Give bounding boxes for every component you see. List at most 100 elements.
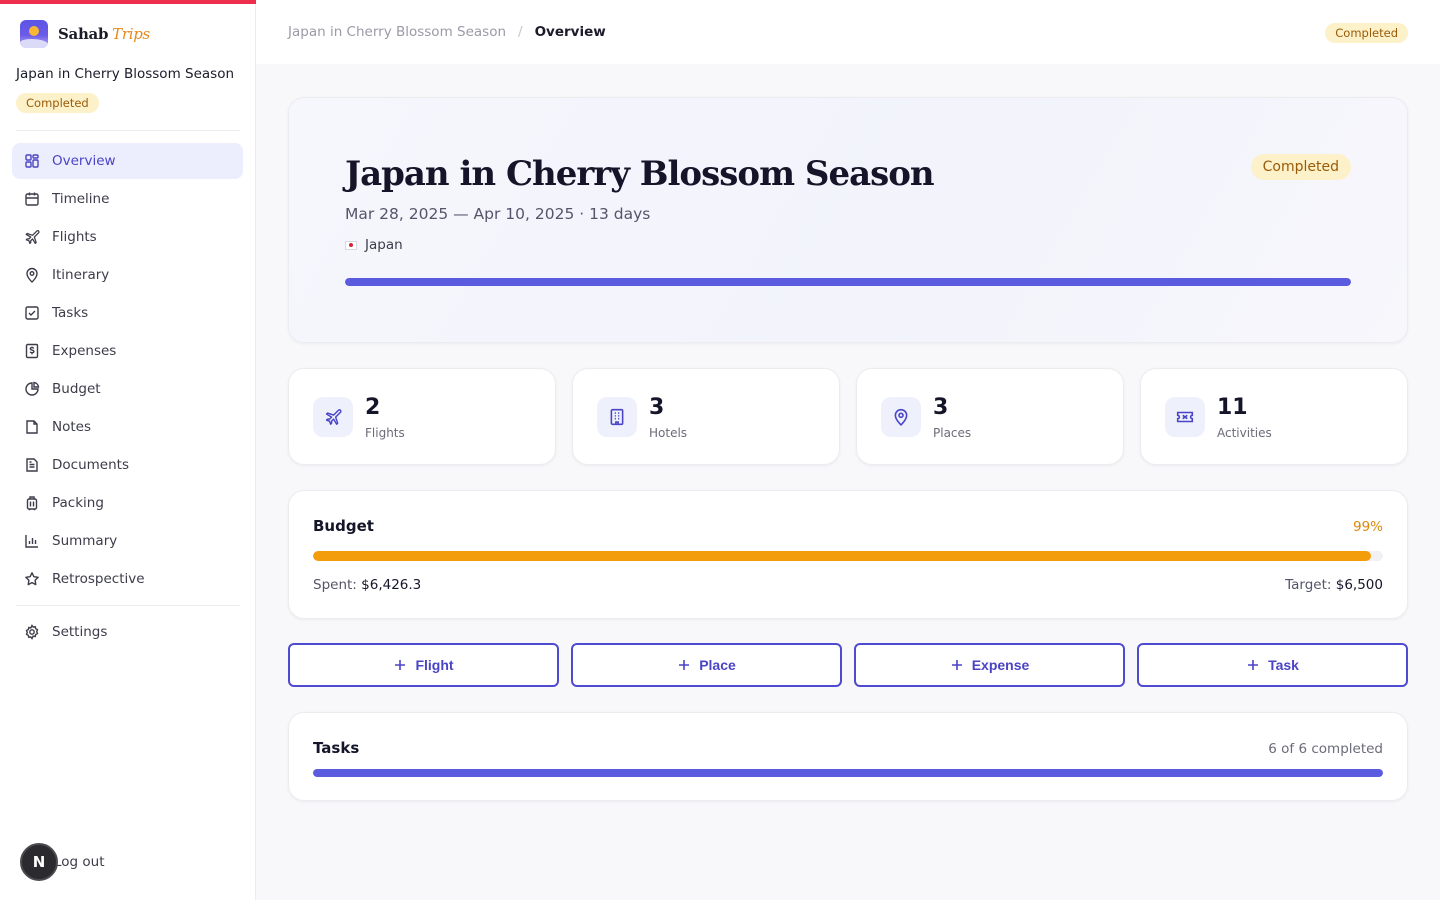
trip-progress-bar [345, 278, 1351, 286]
checkbox-icon [25, 306, 39, 320]
japan-flag-icon [345, 240, 357, 250]
sidebar-item-label: Flights [52, 229, 97, 245]
sidebar-item-label: Overview [52, 153, 116, 169]
brand-name-main: Sahab [58, 25, 109, 43]
stat-value: 11 [1217, 395, 1248, 420]
plus-icon [679, 660, 690, 670]
add-place-button[interactable]: Place [571, 643, 842, 687]
sidebar-item-label: Tasks [52, 305, 89, 321]
page-title: Japan in Cherry Blossom Season [345, 154, 935, 194]
star-icon [25, 572, 39, 586]
sidebar-item-timeline[interactable]: Timeline [12, 181, 243, 217]
plane-icon [25, 230, 40, 245]
sidebar-accent-bar [0, 0, 256, 4]
stat-icon-wrap [1165, 397, 1205, 437]
budget-progress-bar [313, 551, 1383, 561]
breadcrumb-separator: / [518, 24, 523, 40]
budget-spent-prefix: Spent: [313, 577, 357, 593]
tasks-progress-fill [313, 769, 1383, 777]
sidebar-item-label: Notes [52, 419, 91, 435]
sidebar-item-notes[interactable]: Notes [12, 409, 243, 445]
sidebar-item-label: Retrospective [52, 571, 145, 587]
trip-country-label: Japan [365, 237, 403, 253]
sidebar-item-retrospective[interactable]: Retrospective [12, 561, 243, 597]
budget-title: Budget [313, 517, 374, 535]
add-flight-button[interactable]: Flight [288, 643, 559, 687]
sidebar-item-label: Itinerary [52, 267, 110, 283]
avatar[interactable]: N [20, 843, 58, 881]
sidebar-item-tasks[interactable]: Tasks [12, 295, 243, 331]
breadcrumb-trip-link[interactable]: Japan in Cherry Blossom Season [288, 24, 506, 40]
sidebar-divider [16, 130, 240, 131]
plus-icon [951, 660, 962, 670]
map-pin-icon [894, 408, 908, 426]
trip-country: Japan [345, 237, 403, 253]
stat-label: Activities [1217, 426, 1272, 440]
sidebar-nav: Overview Timeline Flights Itinerary Task… [12, 143, 243, 599]
bar-chart-icon [25, 535, 38, 548]
sidebar-trip-title: Japan in Cherry Blossom Season [16, 66, 235, 82]
sidebar-item-overview[interactable]: Overview [12, 143, 243, 179]
sidebar-item-summary[interactable]: Summary [12, 523, 243, 559]
sidebar-item-label: Settings [52, 624, 108, 640]
budget-progress-fill [313, 551, 1371, 561]
sidebar-item-flights[interactable]: Flights [12, 219, 243, 255]
budget-target-value: $6,500 [1335, 577, 1383, 593]
brand-logo-link[interactable]: Sahab Trips [20, 20, 150, 48]
header-status-badge: Completed [1325, 23, 1408, 43]
stat-value: 3 [933, 395, 949, 420]
calendar-icon [25, 192, 39, 206]
sidebar-item-expenses[interactable]: Expenses [12, 333, 243, 369]
budget-target-prefix: Target: [1285, 577, 1332, 593]
gear-icon [25, 624, 39, 640]
stat-card-flights[interactable]: 2 Flights [288, 368, 556, 465]
trip-progress-fill [345, 278, 1351, 286]
sidebar-item-label: Expenses [52, 343, 117, 359]
budget-spent: Spent: $6,426.3 [313, 577, 421, 593]
grid-icon [25, 154, 39, 168]
logout-button[interactable]: N Log out [20, 843, 105, 881]
add-expense-label: Expense [971, 657, 1030, 673]
stat-label: Hotels [649, 426, 688, 440]
breadcrumb-current: Overview [534, 24, 606, 40]
page-header: Japan in Cherry Blossom Season / Overvie… [256, 0, 1440, 64]
stat-card-hotels[interactable]: 3 Hotels [572, 368, 840, 465]
receipt-dollar-icon [25, 343, 39, 359]
sidebar-item-documents[interactable]: Documents [12, 447, 243, 483]
brand-name-accent: Trips [112, 25, 150, 43]
pie-chart-icon [25, 381, 40, 396]
brand-name: Sahab Trips [58, 25, 150, 43]
add-expense-button[interactable]: Expense [854, 643, 1125, 687]
budget-target: Target: $6,500 [1285, 577, 1383, 593]
sidebar-item-label: Documents [52, 457, 129, 473]
logout-label: Log out [54, 854, 105, 870]
sidebar-item-itinerary[interactable]: Itinerary [12, 257, 243, 293]
ticket-icon [1176, 411, 1194, 423]
budget-percent: 99% [1352, 519, 1383, 535]
plus-icon [395, 660, 406, 670]
add-flight-label: Flight [415, 657, 454, 673]
tasks-progress-bar [313, 769, 1383, 777]
sidebar: Sahab Trips Japan in Cherry Blossom Seaso… [0, 0, 256, 900]
sidebar-item-settings[interactable]: Settings [12, 614, 243, 650]
sidebar-item-packing[interactable]: Packing [12, 485, 243, 521]
budget-card: Budget 99% Spent: $6,426.3 Target: $6,50… [288, 490, 1408, 619]
stat-value: 2 [365, 395, 381, 420]
add-place-label: Place [699, 657, 736, 673]
stat-icon-wrap [597, 397, 637, 437]
add-task-button[interactable]: Task [1137, 643, 1408, 687]
stat-icon-wrap [313, 397, 353, 437]
sidebar-divider [16, 605, 240, 606]
tasks-count: 6 of 6 completed [1268, 741, 1383, 757]
budget-spent-value: $6,426.3 [361, 577, 422, 593]
trip-dates: Mar 28, 2025 — Apr 10, 2025 · 13 days [345, 205, 651, 223]
stat-card-activities[interactable]: 11 Activities [1140, 368, 1408, 465]
sidebar-item-label: Budget [52, 381, 101, 397]
trip-hero-card: Japan in Cherry Blossom Season Mar 28, 2… [288, 97, 1408, 343]
document-icon [26, 458, 38, 472]
stat-card-places[interactable]: 3 Places [856, 368, 1124, 465]
sidebar-item-budget[interactable]: Budget [12, 371, 243, 407]
stat-label: Flights [365, 426, 405, 440]
stat-label: Places [933, 426, 972, 440]
brand-logo-icon [20, 20, 48, 48]
